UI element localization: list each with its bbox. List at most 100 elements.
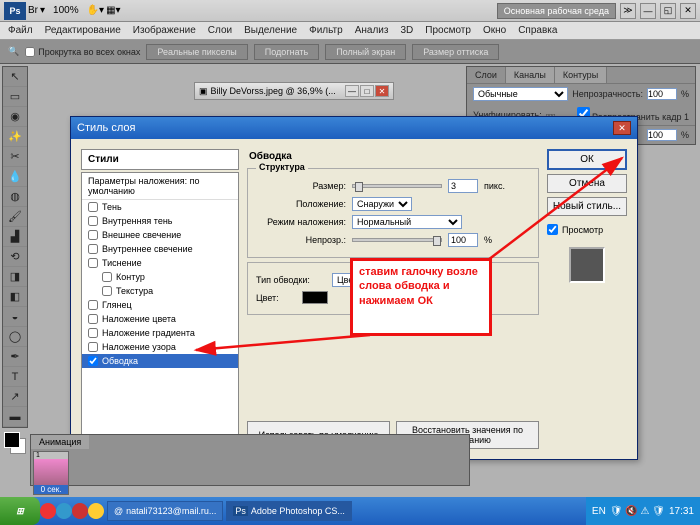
actual-pixels-button[interactable]: Реальные пикселы <box>146 44 247 60</box>
windows-taskbar: ⊞ @natali73123@mail.ru... PsAdobe Photos… <box>0 497 700 525</box>
fullscreen-button[interactable]: Полный экран <box>325 44 406 60</box>
effect-outer-glow[interactable]: Внешнее свечение <box>82 228 238 242</box>
view-icon[interactable]: ▦▾ <box>106 5 120 16</box>
effect-bevel[interactable]: Тиснение <box>82 256 238 270</box>
annotation-callout: ставим галочку возле слова обводка и наж… <box>350 258 492 336</box>
minimize-icon[interactable]: — <box>640 3 656 19</box>
animation-tab[interactable]: Анимация <box>31 435 89 449</box>
menu-help[interactable]: Справка <box>518 25 557 36</box>
menu-3d[interactable]: 3D <box>400 25 413 36</box>
opacity-label: Непрозр.: <box>256 235 346 245</box>
size-slider[interactable] <box>352 184 442 188</box>
workspace-button[interactable]: Основная рабочая среда <box>497 3 616 19</box>
menu-window[interactable]: Окно <box>483 25 506 36</box>
styles-header[interactable]: Стили <box>81 149 239 170</box>
effect-color-overlay[interactable]: Наложение цвета <box>82 312 238 326</box>
fill-input[interactable] <box>647 129 677 141</box>
stroke-opacity-input[interactable] <box>448 233 478 247</box>
size-input[interactable] <box>448 179 478 193</box>
zoom-level[interactable]: 100% <box>53 5 79 16</box>
cancel-button[interactable]: Отмена <box>547 174 627 193</box>
new-style-button[interactable]: Новый стиль... <box>547 197 627 216</box>
preview-checkbox[interactable]: Просмотр <box>547 224 627 235</box>
blend-select[interactable]: Нормальный <box>352 215 462 229</box>
blending-options-header[interactable]: Параметры наложения: по умолчанию <box>82 173 238 200</box>
position-label: Положение: <box>256 199 346 209</box>
color-swatch[interactable] <box>302 291 328 304</box>
menu-edit[interactable]: Редактирование <box>45 25 121 36</box>
quick-launch-icon[interactable] <box>88 503 104 519</box>
menu-analysis[interactable]: Анализ <box>355 25 389 36</box>
taskbar-item-photoshop[interactable]: PsAdobe Photoshop CS... <box>226 501 352 521</box>
print-size-button[interactable]: Размер оттиска <box>412 44 499 60</box>
menu-filter[interactable]: Фильтр <box>309 25 343 36</box>
tab-channels[interactable]: Каналы <box>506 67 555 83</box>
fill-type-label: Тип обводки: <box>256 275 326 285</box>
effect-texture[interactable]: Текстура <box>82 284 238 298</box>
pen-tool[interactable]: ✒ <box>3 347 27 367</box>
path-tool[interactable]: ↗ <box>3 387 27 407</box>
menu-file[interactable]: Файл <box>8 25 33 36</box>
language-indicator[interactable]: EN <box>592 506 606 517</box>
animation-frame[interactable]: 1 0 сек. <box>33 451 69 495</box>
gradient-tool[interactable]: ◧ <box>3 287 27 307</box>
brush-tool[interactable]: 🖌 <box>3 207 27 227</box>
tab-paths[interactable]: Контуры <box>555 67 607 83</box>
shape-tool[interactable]: ▬ <box>3 407 27 427</box>
type-tool[interactable]: T <box>3 367 27 387</box>
effect-inner-shadow[interactable]: Внутренняя тень <box>82 214 238 228</box>
stamp-tool[interactable]: ▟ <box>3 227 27 247</box>
effect-contour[interactable]: Контур <box>82 270 238 284</box>
effect-gradient-overlay[interactable]: Наложение градиента <box>82 326 238 340</box>
dialog-titlebar[interactable]: Стиль слоя ✕ <box>71 117 637 139</box>
marquee-tool[interactable]: ▭ <box>3 87 27 107</box>
menu-layer[interactable]: Слои <box>208 25 232 36</box>
opacity-label: Непрозрачность: <box>572 89 643 99</box>
move-tool[interactable]: ↖ <box>3 67 27 87</box>
blur-tool[interactable]: ◒ <box>3 307 27 327</box>
start-button[interactable]: ⊞ <box>0 497 40 525</box>
taskbar-item-mail[interactable]: @natali73123@mail.ru... <box>107 501 223 521</box>
quick-launch-icon[interactable] <box>72 503 88 519</box>
quick-launch-icon[interactable] <box>40 503 56 519</box>
opacity-input[interactable] <box>647 88 677 100</box>
app-icon: Ps <box>4 2 26 20</box>
structure-label: Структура <box>256 162 308 172</box>
position-select[interactable]: Снаружи <box>352 197 412 211</box>
ok-button[interactable]: ОК <box>547 149 627 170</box>
wand-tool[interactable]: ✨ <box>3 127 27 147</box>
effect-satin[interactable]: Глянец <box>82 298 238 312</box>
effect-inner-glow[interactable]: Внутреннее свечение <box>82 242 238 256</box>
system-tray[interactable]: EN 🛡 🔇 ⚠ 🛡 17:31 <box>586 497 700 525</box>
blend-mode-select[interactable]: Обычные <box>473 87 568 101</box>
document-window: ▣ Billy DeVorss.jpeg @ 36,9% (... — □ ✕ <box>194 82 394 100</box>
doc-close[interactable]: ✕ <box>375 85 389 97</box>
heal-tool[interactable]: ◍ <box>3 187 27 207</box>
opacity-slider[interactable] <box>352 238 442 242</box>
hand-icon[interactable]: ✋▾ <box>87 5 104 16</box>
dialog-close-icon[interactable]: ✕ <box>613 121 631 135</box>
tab-layers[interactable]: Слои <box>467 67 506 83</box>
doc-maximize[interactable]: □ <box>360 85 374 97</box>
menu-image[interactable]: Изображение <box>133 25 196 36</box>
quick-launch-icon[interactable] <box>56 503 72 519</box>
fit-button[interactable]: Подогнать <box>254 44 319 60</box>
menu-select[interactable]: Выделение <box>244 25 297 36</box>
eraser-tool[interactable]: ◨ <box>3 267 27 287</box>
eyedropper-tool[interactable]: 💧 <box>3 167 27 187</box>
restore-icon[interactable]: ◱ <box>660 3 676 19</box>
fg-color[interactable] <box>4 432 20 448</box>
collapse-icon[interactable]: ≫ <box>620 3 636 19</box>
history-tool[interactable]: ⟲ <box>3 247 27 267</box>
lasso-tool[interactable]: ◉ <box>3 107 27 127</box>
crop-tool[interactable]: ✂ <box>3 147 27 167</box>
dodge-tool[interactable]: ◯ <box>3 327 27 347</box>
toolbox: ↖ ▭ ◉ ✨ ✂ 💧 ◍ 🖌 ▟ ⟲ ◨ ◧ ◒ ◯ ✒ T ↗ ▬ <box>2 66 28 428</box>
effect-pattern-overlay[interactable]: Наложение узора <box>82 340 238 354</box>
effect-drop-shadow[interactable]: Тень <box>82 200 238 214</box>
effect-stroke[interactable]: Обводка <box>82 354 238 368</box>
menu-view[interactable]: Просмотр <box>425 25 471 36</box>
doc-minimize[interactable]: — <box>345 85 359 97</box>
close-icon[interactable]: ✕ <box>680 3 696 19</box>
scroll-all-checkbox[interactable]: Прокрутка во всех окнах <box>25 47 140 57</box>
